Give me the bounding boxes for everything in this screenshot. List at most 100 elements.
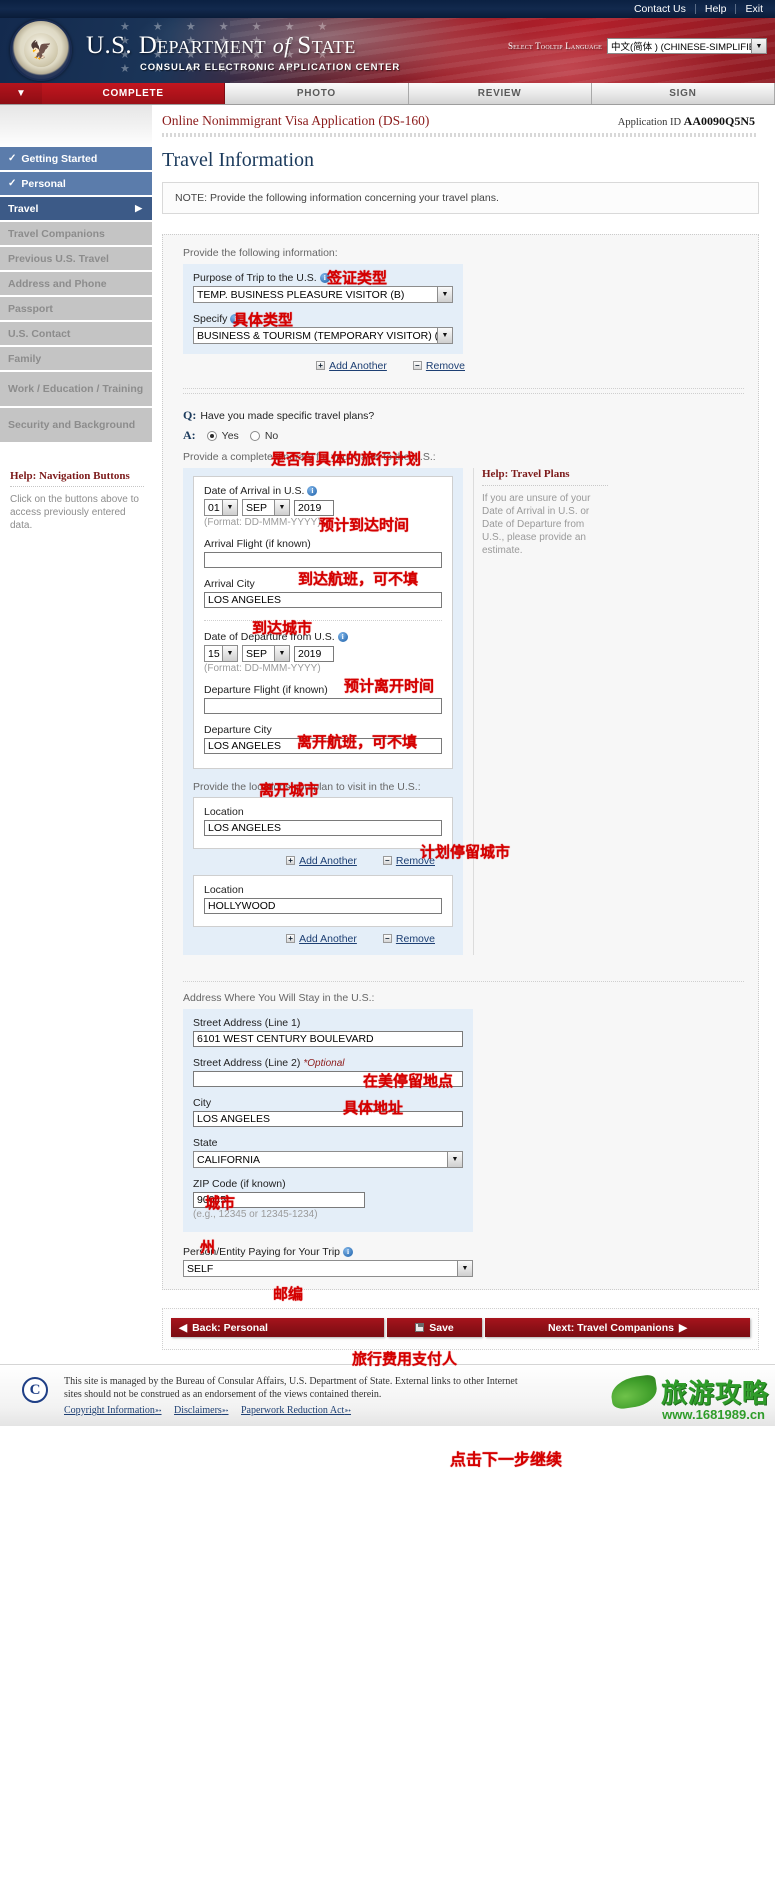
sidebar-item-personal[interactable]: ✓ Personal xyxy=(0,172,152,195)
page-title: Travel Information xyxy=(162,149,315,171)
save-button[interactable]: Save xyxy=(387,1318,482,1337)
sidebar-item-label: U.S. Contact xyxy=(8,327,71,340)
chevron-down-icon[interactable]: ▼ xyxy=(274,500,289,515)
arrival-month-select[interactable]: SEP ▼ xyxy=(242,499,290,516)
copyright-information-link[interactable]: Copyright Information➳ xyxy=(64,1405,162,1416)
tooltip-language-select[interactable]: 中文(简体 ) (CHINESE-SIMPLIFIED) ▼ xyxy=(607,38,767,54)
purpose-label: Purpose of Trip to the U.S. xyxy=(193,272,317,284)
application-id: Application ID AA0090Q5N5 xyxy=(618,114,755,129)
arrival-day-select[interactable]: 01 ▼ xyxy=(204,499,238,516)
remove-purpose-link[interactable]: – Remove xyxy=(412,360,465,372)
state-value: CALIFORNIA xyxy=(197,1153,261,1166)
payer-value: SELF xyxy=(187,1262,214,1275)
departure-date-row: 15 ▼ SEP ▼ 2019 xyxy=(204,645,442,662)
back-button[interactable]: ◀ Back: Personal xyxy=(171,1318,384,1337)
city-input[interactable]: LOS ANGELES xyxy=(193,1111,463,1127)
radio-no[interactable] xyxy=(249,430,260,441)
location-input-1[interactable]: LOS ANGELES xyxy=(204,820,442,836)
sidebar-item-address-and-phone[interactable]: Address and Phone xyxy=(0,272,152,295)
copyright-link-label: Copyright Information xyxy=(64,1405,155,1416)
departure-date-hint: (Format: DD-MMM-YYYY) xyxy=(204,663,321,674)
utility-bar: Contact Us Help Exit xyxy=(0,0,775,18)
state-select[interactable]: CALIFORNIA ▼ xyxy=(193,1151,463,1168)
remove-location-link-2[interactable]: – Remove xyxy=(382,933,435,945)
next-button[interactable]: Next: Travel Companions ▶ xyxy=(485,1318,750,1337)
add-another-location-link-2[interactable]: + Add Another xyxy=(286,933,357,945)
main-content: Online Nonimmigrant Visa Application (DS… xyxy=(152,105,775,1350)
add-another-purpose-link[interactable]: + Add Another xyxy=(316,360,387,372)
purpose-select[interactable]: TEMP. BUSINESS PLEASURE VISITOR (B) ▼ xyxy=(193,286,453,303)
location-label-1-row: Location xyxy=(204,806,442,818)
departure-date-field: Date of Departure from U.S. i 15 ▼ SEP ▼… xyxy=(204,631,442,674)
sidebar-item-travel[interactable]: Travel ▶ xyxy=(0,197,152,220)
add-another-label: Add Another xyxy=(329,360,387,372)
sidebar-item-travel-companions[interactable]: Travel Companions xyxy=(0,222,152,245)
sidebar-item-label: Previous U.S. Travel xyxy=(8,252,109,265)
annotation-9: 计划停留城市 xyxy=(420,843,511,861)
zip-label-row: ZIP Code (if known) xyxy=(193,1178,463,1190)
departure-year-input[interactable]: 2019 xyxy=(294,645,334,662)
street-line1-input[interactable]: 6101 WEST CENTURY BOULEVARD xyxy=(193,1031,463,1047)
chevron-down-icon[interactable]: ▼ xyxy=(222,500,237,515)
contact-us-link[interactable]: Contact Us xyxy=(625,4,696,14)
tab-sign[interactable]: SIGN xyxy=(591,83,775,104)
tooltip-language-label: Select Tooltip Language xyxy=(507,41,602,51)
disclaimers-link[interactable]: Disclaimers➳ xyxy=(174,1405,228,1416)
minus-icon: – xyxy=(382,934,392,943)
chevron-down-icon[interactable]: ▼ xyxy=(437,287,452,302)
arrival-year-input[interactable]: 2019 xyxy=(294,499,334,516)
radio-yes[interactable] xyxy=(206,430,217,441)
arrival-date-label: Date of Arrival in U.S. xyxy=(204,485,305,497)
sidebar-item-us-contact[interactable]: U.S. Contact xyxy=(0,322,152,345)
departure-day-select[interactable]: 15 ▼ xyxy=(204,645,238,662)
payer-select[interactable]: SELF ▼ xyxy=(183,1260,473,1277)
info-icon[interactable]: i xyxy=(343,1247,354,1257)
department-of-state-seal-icon: 🦅 xyxy=(10,19,72,81)
info-icon[interactable]: i xyxy=(337,632,348,642)
location-input-2[interactable]: HOLLYWOOD xyxy=(204,898,442,914)
payer-label-row: Person/Entity Paying for Your Trip i xyxy=(183,1246,473,1258)
help-link[interactable]: Help xyxy=(696,4,737,14)
chevron-down-icon[interactable]: ▼ xyxy=(447,1152,462,1167)
annotation-10: 在美停留地点 xyxy=(363,1072,454,1090)
chevron-down-icon[interactable]: ▼ xyxy=(457,1261,472,1276)
purpose-panel: Provide the following information: Purpo… xyxy=(162,234,759,1290)
chevron-down-icon[interactable]: ▼ xyxy=(437,328,452,343)
annotation-11: 具体地址 xyxy=(343,1099,404,1117)
annotation-1: 具体类型 xyxy=(233,311,294,329)
departure-date-label-row: Date of Departure from U.S. i xyxy=(204,631,442,643)
add-another-location-link-1[interactable]: + Add Another xyxy=(286,855,357,867)
tab-photo[interactable]: PHOTO xyxy=(225,83,409,104)
arrival-city-input[interactable]: LOS ANGELES xyxy=(204,592,442,608)
sidebar-item-getting-started[interactable]: ✓ Getting Started xyxy=(0,147,152,170)
exit-link[interactable]: Exit xyxy=(736,4,767,15)
help-panel-body: If you are unsure of your Date of Arriva… xyxy=(482,493,591,556)
paperwork-reduction-act-link[interactable]: Paperwork Reduction Act➳ xyxy=(241,1405,351,1416)
sidebar-item-work-education-training[interactable]: Work / Education / Training xyxy=(0,372,152,406)
sidebar-item-previous-us-travel[interactable]: Previous U.S. Travel xyxy=(0,247,152,270)
arrival-flight-input[interactable] xyxy=(204,552,442,568)
annotation-4: 到达航班，可不填 xyxy=(298,570,419,588)
sidebar-item-family[interactable]: Family xyxy=(0,347,152,370)
arrival-day-value: 01 xyxy=(208,501,220,514)
sidebar-item-passport[interactable]: Passport xyxy=(0,297,152,320)
progress-expand-arrow[interactable]: ▼ xyxy=(0,83,42,104)
specify-select[interactable]: BUSINESS & TOURISM (TEMPORARY VISITOR) (… xyxy=(193,327,453,344)
chevron-down-icon[interactable]: ▼ xyxy=(222,646,237,661)
departure-flight-input[interactable] xyxy=(204,698,442,714)
optional-tag: *Optional xyxy=(303,1057,345,1069)
back-button-label: Back: Personal xyxy=(192,1321,268,1334)
departure-day-value: 15 xyxy=(208,647,220,660)
departure-month-select[interactable]: SEP ▼ xyxy=(242,645,290,662)
specify-label: Specify xyxy=(193,313,228,325)
progress-tabs: ▼ COMPLETE PHOTO REVIEW SIGN xyxy=(0,83,775,105)
tab-complete[interactable]: COMPLETE xyxy=(42,83,226,104)
tab-review[interactable]: REVIEW xyxy=(408,83,592,104)
info-icon[interactable]: i xyxy=(307,486,318,496)
chevron-down-icon[interactable]: ▼ xyxy=(751,39,766,53)
location-value-1: LOS ANGELES xyxy=(208,822,281,834)
arrival-month-value: SEP xyxy=(246,501,268,514)
chevron-down-icon[interactable]: ▼ xyxy=(274,646,289,661)
sidebar-item-security-and-background[interactable]: Security and Background xyxy=(0,408,152,442)
street-line1-label-row: Street Address (Line 1) xyxy=(193,1017,463,1029)
